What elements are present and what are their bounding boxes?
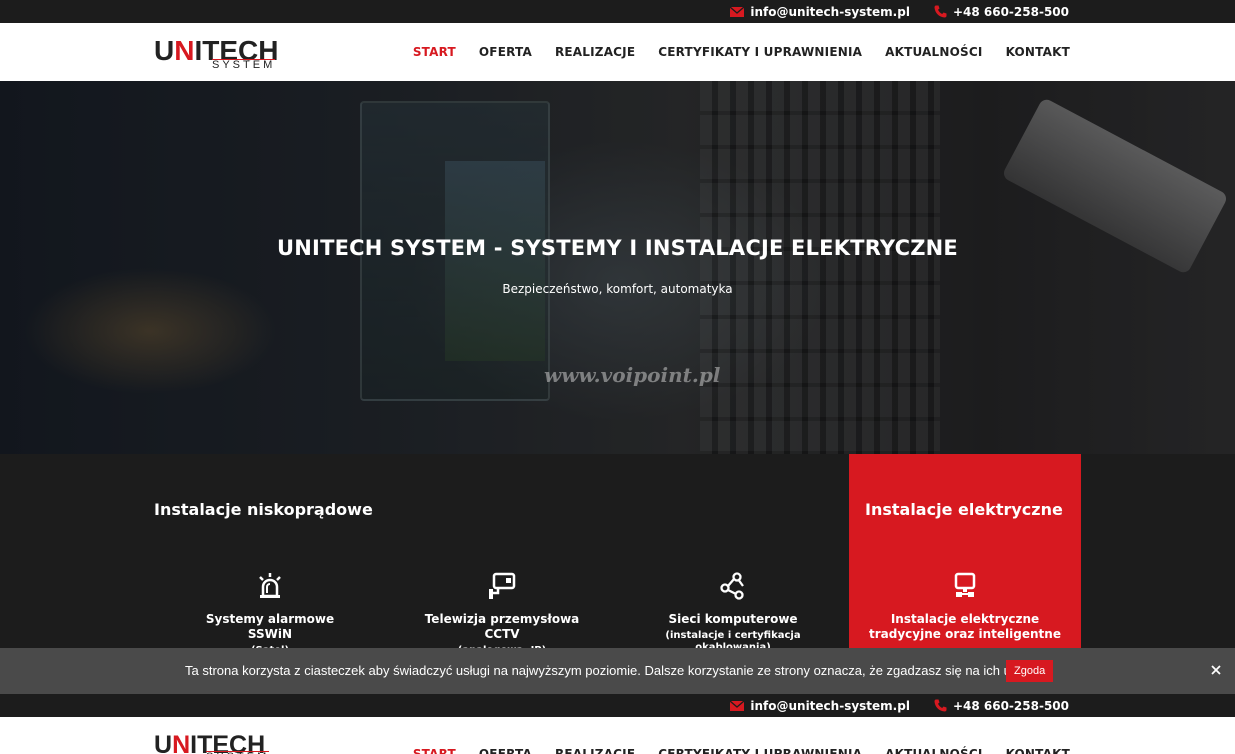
cookie-agree-button[interactable]: Zgoda (1006, 660, 1054, 682)
email-link[interactable]: info@unitech-system.pl (730, 5, 910, 19)
service-electrical[interactable]: Instalacje elektryczne tradycyjne oraz i… (859, 572, 1071, 642)
nav-item-realizacje[interactable]: REALIZACJE (555, 747, 635, 754)
nav-item-aktualnosci[interactable]: AKTUALNOŚCI (885, 747, 982, 754)
service-name: Telewizja przemysłowa CCTV (424, 612, 580, 641)
email-link[interactable]: info@unitech-system.pl (730, 699, 910, 713)
nav-item-realizacje[interactable]: REALIZACJE (555, 45, 635, 59)
phone-text: +48 660-258-500 (952, 4, 1069, 19)
network-icon (720, 572, 744, 600)
logo-letter-u: U (154, 731, 173, 754)
main-header: U N ITECH SYSTEM START OFERTA REALIZACJE C… (0, 23, 1235, 81)
nav-item-start[interactable]: START (413, 45, 456, 59)
phone-link[interactable]: +48 660-258-500 (934, 5, 1069, 19)
contact-list: info@unitech-system.pl +48 660-258-500 (730, 0, 1069, 23)
contact-list: info@unitech-system.pl +48 660-258-500 (730, 694, 1069, 717)
sticky-contact-bar: info@unitech-system.pl +48 660-258-500 (0, 694, 1235, 717)
hero-subtitle: Bezpieczeństwo, komfort, automatyka (502, 282, 733, 296)
service-alarm-systems[interactable]: Systemy alarmowe SSWiN (Satel) (185, 572, 355, 657)
electrical-heading: Instalacje elektryczne (865, 500, 1063, 519)
phone-icon (934, 699, 947, 712)
cctv-camera-icon (489, 572, 516, 599)
service-name: Systemy alarmowe SSWiN (205, 612, 335, 641)
nav-item-start[interactable]: START (413, 747, 456, 754)
service-computer-networks[interactable]: Sieci komputerowe (instalacje i certyfik… (658, 572, 808, 654)
email-text: info@unitech-system.pl (750, 698, 910, 713)
hero-banner: www.voipoint.pl UNITECH SYSTEM - SYSTEMY… (0, 81, 1235, 454)
low-voltage-heading: Instalacje niskoprądowe (154, 500, 373, 519)
service-name: Sieci komputerowe (668, 612, 798, 626)
monitor-plug-icon (954, 572, 976, 597)
hero-overlay (0, 81, 1235, 454)
hero-title: UNITECH SYSTEM - SYSTEMY I INSTALACJE EL… (277, 236, 958, 260)
envelope-icon (730, 6, 745, 17)
close-icon[interactable] (1209, 663, 1223, 677)
services-section: Instalacje niskoprądowe Systemy alarmowe… (0, 454, 1235, 656)
nav-item-certyfikaty[interactable]: CERTYFIKATY I UPRAWNIENIA (658, 45, 862, 59)
logo[interactable]: UNITECH SYSTEM (154, 731, 314, 754)
electrical-installations-panel[interactable]: Instalacje elektryczne Instalacje elektr… (849, 454, 1081, 648)
nav-item-oferta[interactable]: OFERTA (479, 45, 532, 59)
phone-text: +48 660-258-500 (952, 698, 1069, 713)
logo[interactable]: UNITECH SYSTEM (154, 37, 314, 71)
phone-icon (934, 5, 947, 18)
logo-subtitle: SYSTEM (212, 59, 276, 71)
cookie-message: Ta strona korzysta z ciasteczek aby świa… (185, 663, 1045, 678)
main-nav: START OFERTA REALIZACJE CERTYFIKATY I UP… (413, 725, 1070, 754)
main-nav: START OFERTA REALIZACJE CERTYFIKATY I UP… (413, 23, 1070, 81)
phone-link[interactable]: +48 660-258-500 (934, 699, 1069, 713)
service-cctv[interactable]: Telewizja przemysłowa CCTV (analogowa, I… (412, 572, 592, 657)
nav-item-oferta[interactable]: OFERTA (479, 747, 532, 754)
hero-watermark: www.voipoint.pl (544, 363, 721, 387)
logo-letter-n: N (172, 731, 191, 754)
logo-letter-u: U (154, 35, 175, 66)
nav-item-kontakt[interactable]: KONTAKT (1006, 747, 1070, 754)
cookie-notice: Ta strona korzysta z ciasteczek aby świa… (0, 648, 1235, 694)
alarm-siren-icon (259, 573, 281, 598)
sticky-header: UNITECH SYSTEM START OFERTA REALIZACJE C… (0, 717, 1235, 754)
envelope-icon (730, 700, 745, 711)
nav-item-certyfikaty[interactable]: CERTYFIKATY I UPRAWNIENIA (658, 747, 862, 754)
top-contact-bar: info@unitech-system.pl +48 660-258-500 (0, 0, 1235, 23)
nav-item-kontakt[interactable]: KONTAKT (1006, 45, 1070, 59)
service-name: Instalacje elektryczne tradycyjne oraz i… (869, 612, 1061, 641)
nav-item-aktualnosci[interactable]: AKTUALNOŚCI (885, 45, 982, 59)
email-text: info@unitech-system.pl (750, 4, 910, 19)
logo-letter-n: N (174, 35, 195, 66)
